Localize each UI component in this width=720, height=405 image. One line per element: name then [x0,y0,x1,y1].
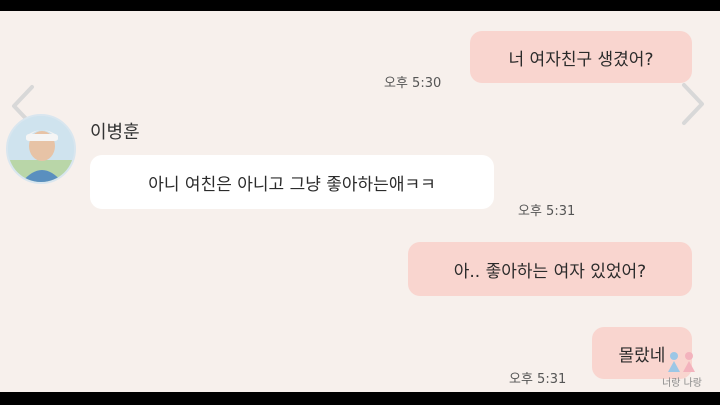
people-icon: 너랑 나랑 [662,352,702,389]
message-time: 오후 5:30 [384,76,442,91]
svg-text:너랑 나랑: 너랑 나랑 [662,377,702,389]
contact-avatar[interactable] [6,114,76,184]
outgoing-message[interactable]: 아.. 좋아하는 여자 있었어? [408,242,692,296]
next-arrow-button[interactable] [678,81,708,127]
watermark-logo: 너랑 나랑 [658,350,706,390]
incoming-message[interactable]: 아니 여친은 아니고 그냥 좋아하는애ㅋㅋ [90,155,494,209]
person-icon [8,116,74,182]
chevron-right-icon [682,83,704,125]
message-time: 오후 5:31 [518,204,576,219]
contact-name: 이병훈 [90,122,140,143]
message-time: 오후 5:31 [509,372,567,387]
chat-screen: 너 여자친구 생겼어? 오후 5:30 이병훈 아니 여친은 아니고 그냥 좋아… [0,11,720,392]
outgoing-message[interactable]: 너 여자친구 생겼어? [470,31,692,83]
